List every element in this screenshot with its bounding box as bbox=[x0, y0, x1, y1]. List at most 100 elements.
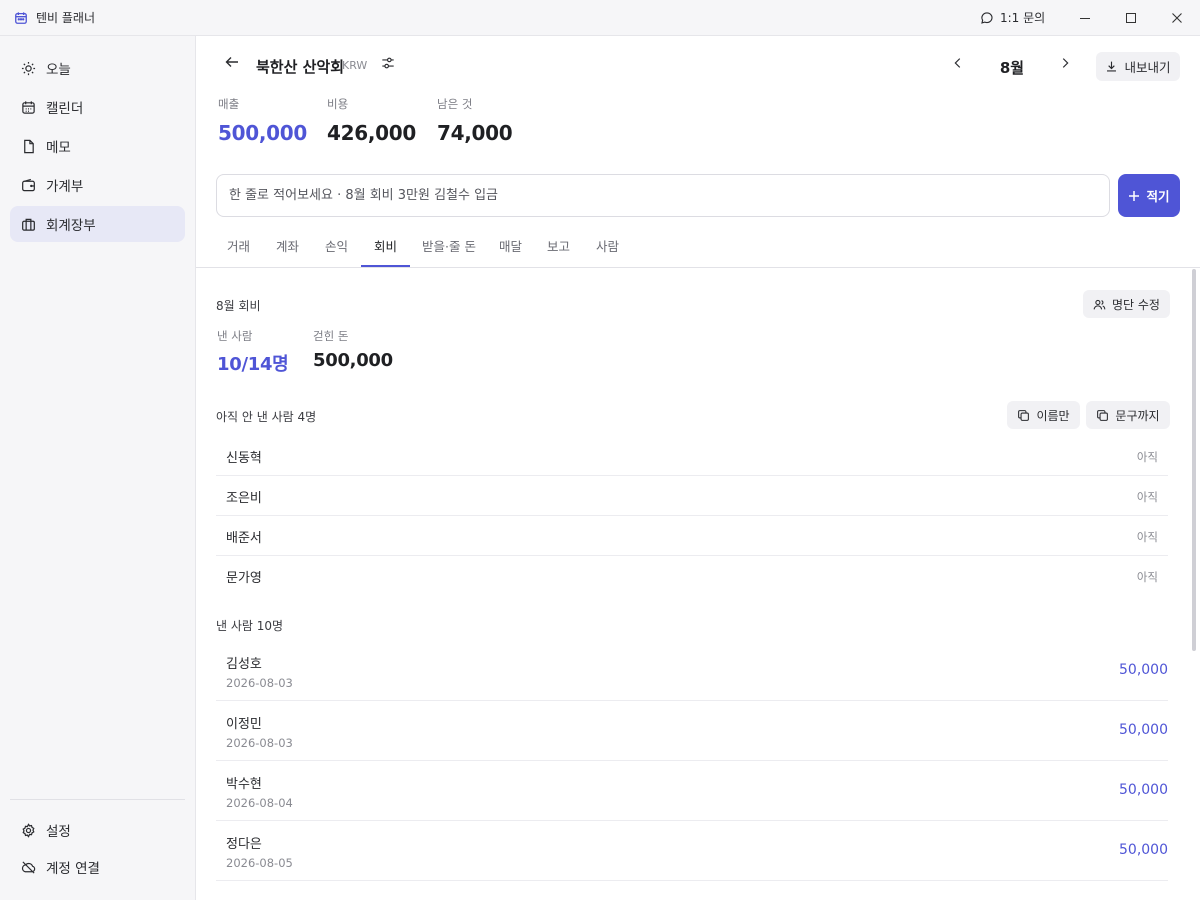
book-settings-button[interactable] bbox=[381, 56, 395, 70]
list-item[interactable]: 정다은 2026-08-05 50,000 bbox=[216, 821, 1168, 881]
payment-amount: 50,000 bbox=[1119, 662, 1168, 678]
quick-entry-input[interactable] bbox=[216, 174, 1110, 217]
member-name: 박수현 bbox=[226, 777, 262, 792]
calendar-icon bbox=[21, 100, 36, 115]
arrow-left-icon bbox=[224, 54, 240, 70]
edit-roster-label: 명단 수정 bbox=[1112, 297, 1160, 312]
wallet-icon bbox=[21, 178, 36, 193]
tab-receivables[interactable]: 받을·줄 돈 bbox=[422, 236, 476, 267]
copy-names-button[interactable]: 이름만 bbox=[1007, 401, 1080, 429]
prev-month-button[interactable] bbox=[951, 56, 965, 70]
tab-accounts[interactable]: 계좌 bbox=[276, 236, 299, 267]
download-icon bbox=[1105, 60, 1118, 73]
current-month: 8월 bbox=[999, 59, 1025, 77]
payment-date: 2026-08-04 bbox=[226, 796, 293, 810]
sidebar-item-label: 계정 연결 bbox=[46, 861, 100, 877]
list-item[interactable]: 김성호 2026-08-03 50,000 bbox=[216, 641, 1168, 701]
currency-badge: KRW bbox=[342, 59, 368, 72]
close-button[interactable] bbox=[1154, 0, 1200, 36]
sidebar-item-household[interactable]: 가계부 bbox=[10, 167, 185, 203]
stat-label: 매출 bbox=[218, 97, 240, 111]
minimize-icon bbox=[1079, 12, 1091, 24]
copy-names-label: 이름만 bbox=[1036, 408, 1070, 423]
minimize-button[interactable] bbox=[1062, 0, 1108, 36]
sidebar-item-label: 회계장부 bbox=[46, 218, 96, 234]
paid-title: 낸 사람 10명 bbox=[216, 619, 284, 633]
sidebar-item-label: 캘린더 bbox=[46, 101, 84, 117]
back-button[interactable] bbox=[224, 54, 240, 70]
tab-profit-loss[interactable]: 손익 bbox=[325, 236, 348, 267]
stat-revenue: 매출 500,000 bbox=[218, 96, 307, 145]
member-name: 이정민 bbox=[226, 717, 262, 732]
stat-value: 426,000 bbox=[327, 121, 416, 145]
copy-icon bbox=[1096, 409, 1109, 422]
sidebar-item-calendar[interactable]: 캘린더 bbox=[10, 89, 185, 125]
collected-amount: 500,000 bbox=[313, 350, 393, 371]
write-button[interactable]: 적기 bbox=[1118, 174, 1180, 217]
tab-transactions[interactable]: 거래 bbox=[227, 236, 250, 267]
sidebar-item-memo[interactable]: 메모 bbox=[10, 128, 185, 164]
main-content: 북한산 산악회 KRW 8월 내보내기 매출 500,000 비용 426,00… bbox=[196, 36, 1200, 900]
sidebar-item-account-link[interactable]: 계정 연결 bbox=[10, 849, 185, 885]
unpaid-title: 아직 안 낸 사람 4명 bbox=[216, 410, 317, 424]
sidebar-item-label: 오늘 bbox=[46, 62, 71, 78]
support-button[interactable]: 1:1 문의 bbox=[980, 9, 1045, 26]
sidebar: 오늘 캘린더 메모 가계부 회계장부 설정 계정 연결 bbox=[0, 36, 196, 900]
book-title: 북한산 산악회 bbox=[256, 58, 345, 76]
chevron-right-icon bbox=[1058, 56, 1072, 70]
sun-icon bbox=[21, 61, 36, 76]
copy-message-button[interactable]: 문구까지 bbox=[1086, 401, 1170, 429]
member-name: 배준서 bbox=[226, 531, 262, 546]
stat-value: 74,000 bbox=[437, 121, 513, 145]
stat-label: 남은 것 bbox=[437, 97, 473, 111]
stat-remaining: 남은 것 74,000 bbox=[437, 96, 513, 145]
export-label: 내보내기 bbox=[1124, 60, 1171, 75]
list-item[interactable]: 이정민 2026-08-03 50,000 bbox=[216, 701, 1168, 761]
list-item[interactable]: 문가영 아직 bbox=[216, 556, 1168, 596]
list-item[interactable]: 조은비 아직 bbox=[216, 476, 1168, 516]
tab-dues[interactable]: 회비 bbox=[361, 236, 411, 267]
payment-amount: 50,000 bbox=[1119, 722, 1168, 738]
gear-icon bbox=[21, 822, 36, 838]
app-brand: 텐비 플래너 bbox=[14, 9, 95, 26]
member-name: 정다은 bbox=[226, 837, 262, 852]
export-button[interactable]: 내보내기 bbox=[1096, 52, 1180, 81]
dues-title: 8월 회비 bbox=[216, 299, 261, 313]
paid-count: 10/14명 bbox=[217, 354, 289, 375]
list-item[interactable]: 박수현 2026-08-04 50,000 bbox=[216, 761, 1168, 821]
close-icon bbox=[1171, 12, 1183, 24]
maximize-button[interactable] bbox=[1108, 0, 1154, 36]
briefcase-icon bbox=[21, 217, 36, 232]
member-name: 조은비 bbox=[226, 491, 262, 506]
collected-label: 걷힌 돈 bbox=[313, 329, 349, 343]
write-label: 적기 bbox=[1146, 189, 1170, 204]
plus-icon bbox=[1128, 190, 1140, 202]
next-month-button[interactable] bbox=[1058, 56, 1072, 70]
sidebar-item-label: 설정 bbox=[46, 824, 71, 840]
maximize-icon bbox=[1125, 12, 1137, 24]
list-item[interactable]: 신동혁 아직 bbox=[216, 436, 1168, 476]
calendar-app-icon bbox=[14, 11, 28, 25]
tab-people[interactable]: 사람 bbox=[596, 236, 619, 267]
status-badge: 아직 bbox=[1136, 570, 1158, 584]
cloud-off-icon bbox=[21, 860, 36, 875]
users-icon bbox=[1093, 298, 1106, 311]
tab-monthly[interactable]: 매달 bbox=[499, 236, 522, 267]
sidebar-item-ledger[interactable]: 회계장부 bbox=[10, 206, 185, 242]
note-icon bbox=[21, 139, 36, 154]
ledger-tabs: 거래 계좌 손익 회비 받을·줄 돈 매달 보고 사람 bbox=[196, 228, 1200, 268]
payment-amount: 50,000 bbox=[1119, 782, 1168, 798]
payment-date: 2026-08-03 bbox=[226, 736, 293, 750]
stat-label: 비용 bbox=[327, 97, 349, 111]
stat-value: 500,000 bbox=[218, 121, 307, 145]
sidebar-item-settings[interactable]: 설정 bbox=[10, 812, 185, 848]
status-badge: 아직 bbox=[1136, 490, 1158, 504]
list-item[interactable]: 배준서 아직 bbox=[216, 516, 1168, 556]
scrollbar[interactable] bbox=[1192, 269, 1196, 651]
tab-reports[interactable]: 보고 bbox=[547, 236, 570, 267]
edit-roster-button[interactable]: 명단 수정 bbox=[1083, 290, 1170, 318]
sidebar-item-today[interactable]: 오늘 bbox=[10, 50, 185, 86]
sliders-icon bbox=[381, 56, 395, 70]
status-badge: 아직 bbox=[1136, 530, 1158, 544]
member-name: 문가영 bbox=[226, 571, 262, 586]
